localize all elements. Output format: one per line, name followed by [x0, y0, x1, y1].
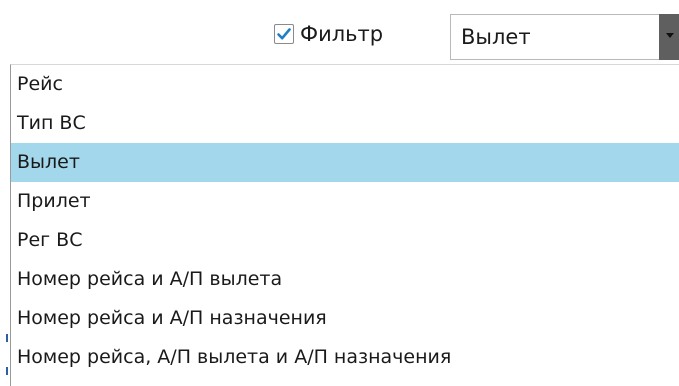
option-flight-departure-destination[interactable]: Номер рейса, А/П вылета и А/П назначения — [11, 338, 679, 377]
combobox-dropdown-button[interactable] — [659, 14, 679, 60]
option-reg-vs[interactable]: Рег ВС — [11, 221, 679, 260]
chevron-down-icon — [666, 33, 674, 38]
filter-checkbox[interactable] — [274, 24, 294, 44]
combobox-dropdown-list: Рейс Тип ВС Вылет Прилет Рег ВС Номер ре… — [10, 64, 679, 386]
background-edge-mark — [6, 367, 8, 375]
checkmark-icon — [277, 28, 291, 40]
filter-toolbar: Фильтр Вылет — [0, 0, 679, 60]
option-prilet[interactable]: Прилет — [11, 182, 679, 221]
combobox-value: Вылет — [461, 25, 531, 49]
option-vylet[interactable]: Вылет — [11, 143, 679, 182]
sort-field-combobox[interactable]: Вылет — [450, 14, 679, 60]
option-tip-vs[interactable]: Тип ВС — [11, 104, 679, 143]
option-flight-departure[interactable]: Номер рейса и А/П вылета — [11, 260, 679, 299]
filter-label[interactable]: Фильтр — [300, 22, 383, 46]
background-edge-mark — [6, 334, 8, 342]
option-reis[interactable]: Рейс — [11, 65, 679, 104]
option-flight-destination[interactable]: Номер рейса и А/П назначения — [11, 299, 679, 338]
